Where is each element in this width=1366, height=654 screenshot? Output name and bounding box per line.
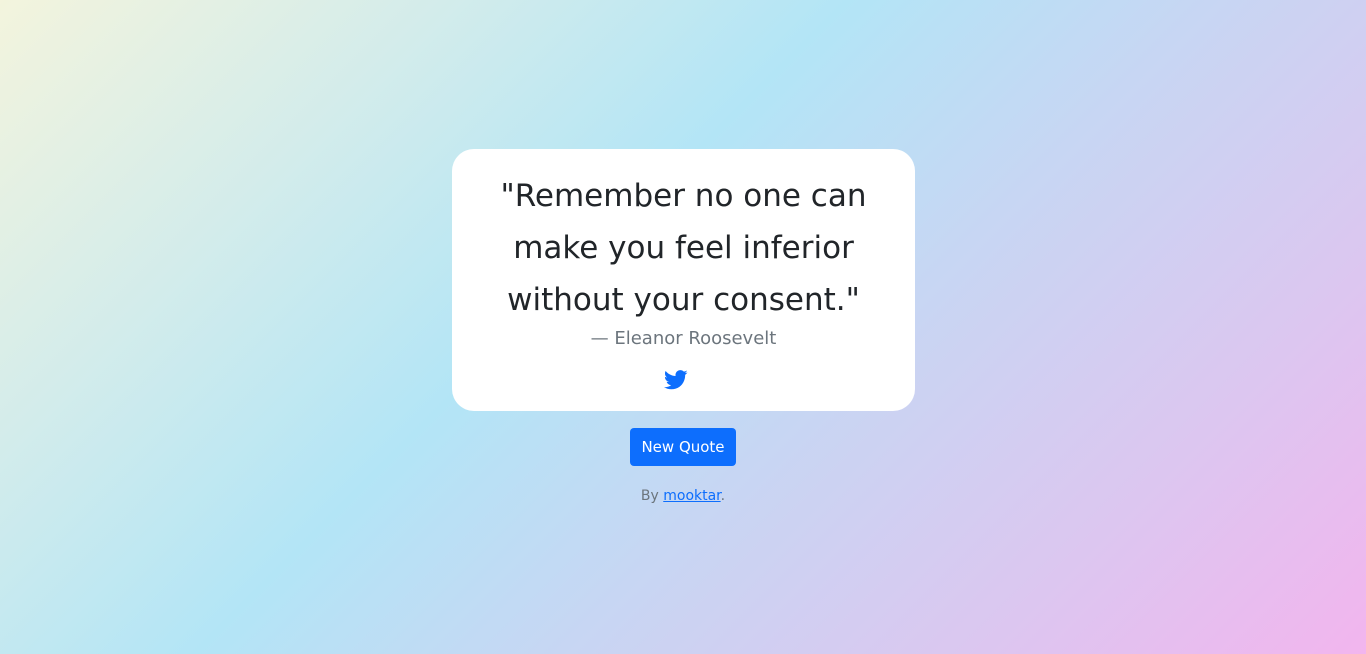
quote-author: — Eleanor Roosevelt — [590, 328, 777, 349]
new-quote-button[interactable]: New Quote — [630, 428, 736, 466]
footer-suffix: . — [720, 488, 726, 504]
quote-card: "Remember no one can make you feel infer… — [452, 149, 915, 411]
footer-credit: By mooktar. — [0, 486, 1366, 506]
quote-text: "Remember no one can make you feel infer… — [500, 178, 867, 318]
twitter-bird-icon — [664, 370, 688, 390]
footer-by-label: By — [640, 488, 664, 504]
author-link[interactable]: mooktar — [663, 488, 720, 504]
tweet-quote-link[interactable] — [664, 370, 688, 390]
